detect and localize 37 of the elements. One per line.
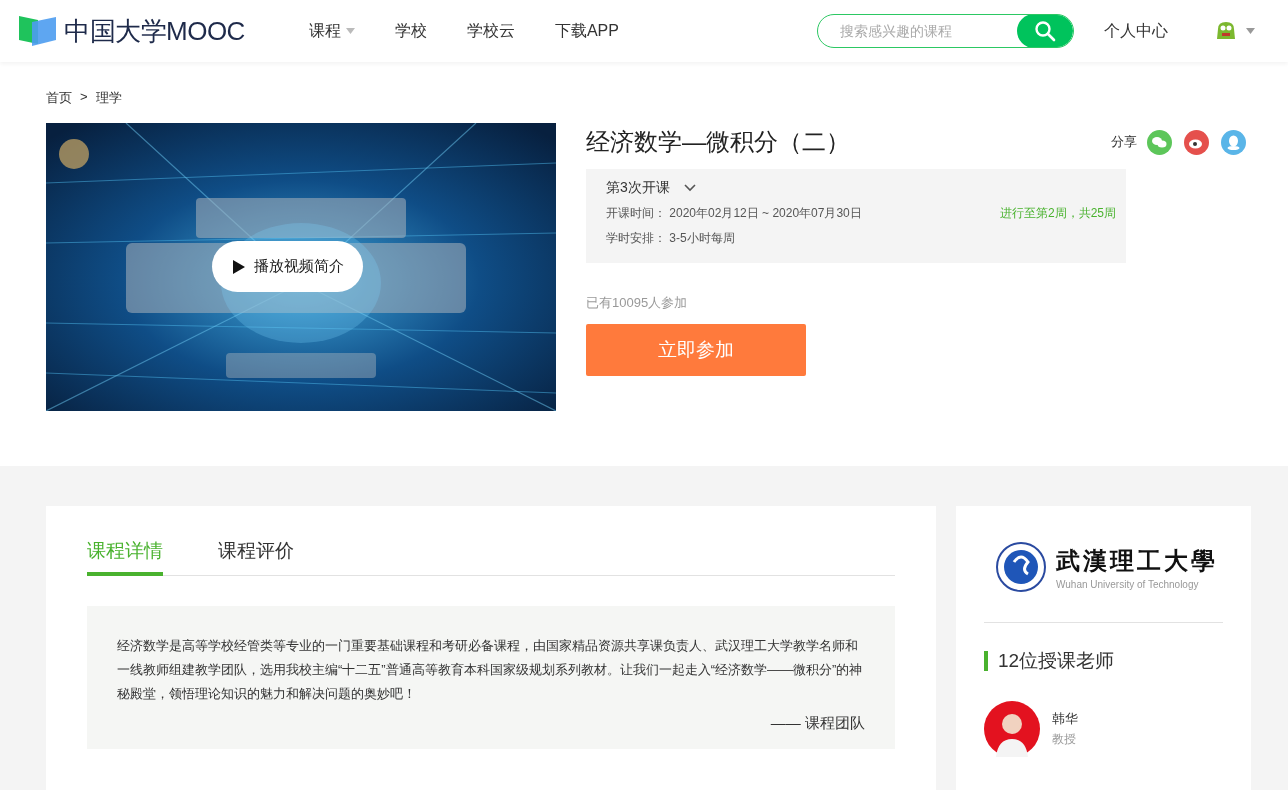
site-logo-text[interactable]: 中国大学MOOC (64, 13, 245, 49)
teacher-title: 教授 (1052, 731, 1077, 748)
course-progress: 进行至第2周，共25周 (999, 205, 1116, 222)
user-center-link[interactable]: 个人中心 (1103, 20, 1168, 42)
university-emblem-icon[interactable] (996, 542, 1046, 592)
teachers-heading: 12位授课老师 (984, 651, 1223, 671)
share-label: 分享 (1111, 133, 1137, 151)
book-logo-icon[interactable] (18, 14, 58, 48)
teacher-name[interactable]: 韩华 (1052, 710, 1078, 728)
course-dates: 开课时间： 2020年02月12日 ~ 2020年07月30日 (606, 205, 862, 222)
tab[interactable]: 课程评价 (218, 534, 294, 576)
teacher-avatar[interactable] (984, 701, 1040, 757)
chat-bubbles-icon[interactable] (1147, 129, 1172, 155)
search-field[interactable]: 搜索感兴趣的课程 (816, 14, 1074, 48)
play-icon (231, 258, 246, 275)
university-name[interactable]: 武漢理工大學 (1056, 544, 1218, 577)
course-description: 经济数学是高等学校经管类等专业的一门重要基础课程和考研必备课程，由国家精品资源共享课负责人、武汉理工大学教学名师和一线教师组建教学团队，选用我校主编“十二五”普通高等教育本科国家级规划系列教材。让我们一起走入“经济数学——微积分”的神秘殿堂，领悟理论知识的魅力和解决问题的奥妙吧！ (117, 637, 864, 703)
breadcrumb-link[interactable]: 首页 (46, 89, 72, 123)
nav-link[interactable]: 学校云 (466, 20, 515, 42)
study-hours: 学时安排： 3-5小时每周 (606, 230, 735, 247)
caret-icon (345, 28, 355, 34)
caret-icon[interactable] (1245, 28, 1255, 34)
search-icon (1033, 20, 1056, 42)
chevron-down-icon (683, 184, 696, 192)
enrolled-count: 已有10095人参加 (586, 294, 689, 312)
play-video-button[interactable]: 播放视频简介 (212, 241, 363, 292)
nav-link[interactable]: 课程 (308, 20, 355, 42)
search-button[interactable] (1016, 15, 1073, 47)
course-title: 经济数学—微积分（二） (586, 127, 850, 157)
nav-link[interactable]: 学校 (394, 20, 427, 42)
nav-link[interactable]: 下载APP (554, 20, 619, 42)
breadcrumb-link[interactable]: 理学 (95, 89, 122, 123)
breadcrumb-separator: > (80, 89, 88, 106)
search-input[interactable]: 搜索感兴趣的课程 (817, 22, 1017, 40)
session-selector[interactable]: 第3次开课 (606, 179, 1116, 197)
eye-logo-icon[interactable] (1184, 129, 1209, 155)
signature: —— 课程团队 (769, 714, 865, 733)
